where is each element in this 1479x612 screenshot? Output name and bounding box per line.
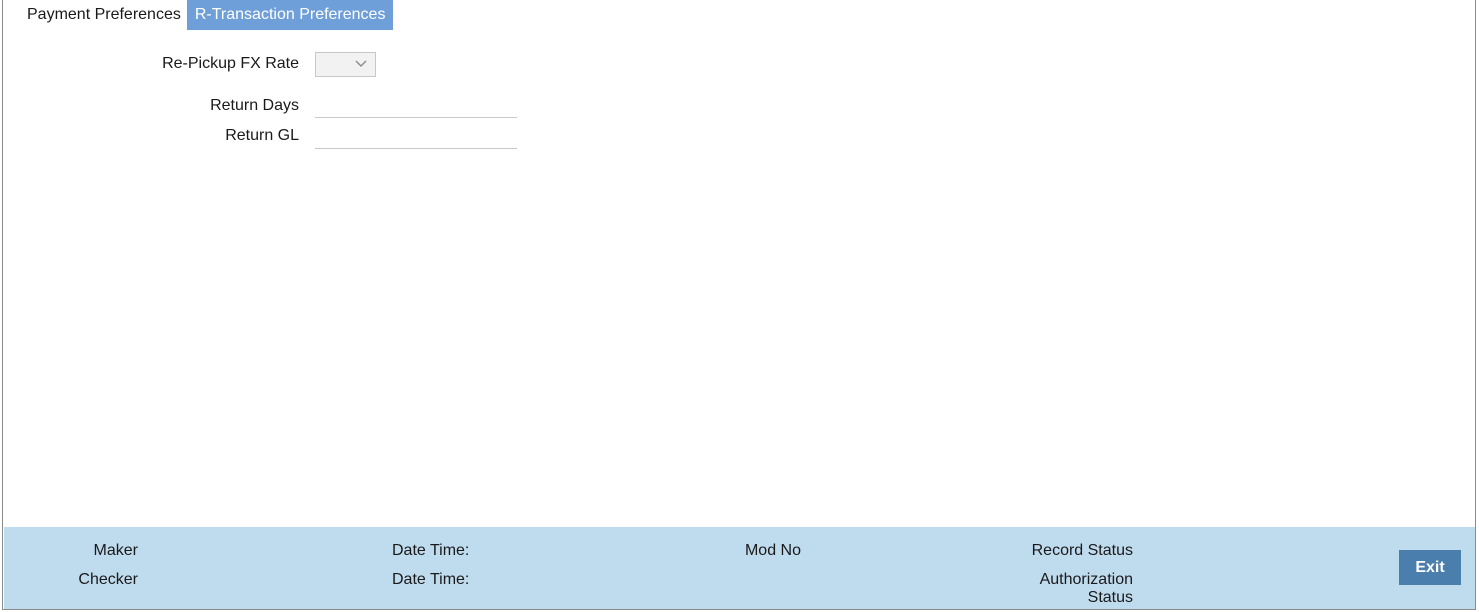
- authorization-status-label-line2: Status: [1087, 589, 1133, 606]
- checker-date-time-label: Date Time:: [392, 571, 470, 588]
- repickup-fx-rate-select[interactable]: [315, 52, 376, 77]
- tab-bar: Payment Preferences R-Transaction Prefer…: [21, 0, 394, 30]
- maker-label: Maker: [93, 542, 138, 559]
- maker-date-time-label: Date Time:: [392, 542, 470, 559]
- checker-label: Checker: [78, 571, 138, 588]
- return-days-input[interactable]: [315, 94, 517, 118]
- mod-no-label: Mod No: [744, 542, 801, 559]
- return-gl-input[interactable]: [315, 125, 517, 149]
- exit-button[interactable]: Exit: [1399, 550, 1461, 585]
- form-window: Payment Preferences R-Transaction Prefer…: [2, 0, 1476, 610]
- audit-footer: Maker Checker Date Time: Date Time: Mod …: [4, 527, 1475, 609]
- repickup-fx-rate-label: Re-Pickup FX Rate: [162, 55, 299, 72]
- authorization-status-label-line1: Authorization: [1039, 571, 1133, 588]
- chevron-down-icon: [355, 60, 367, 67]
- return-days-label: Return Days: [210, 97, 299, 114]
- record-status-label: Record Status: [1031, 542, 1133, 559]
- tab-payment-preferences[interactable]: Payment Preferences: [21, 0, 187, 30]
- tab-r-transaction-preferences[interactable]: R-Transaction Preferences: [186, 0, 394, 30]
- return-gl-label: Return GL: [225, 127, 299, 144]
